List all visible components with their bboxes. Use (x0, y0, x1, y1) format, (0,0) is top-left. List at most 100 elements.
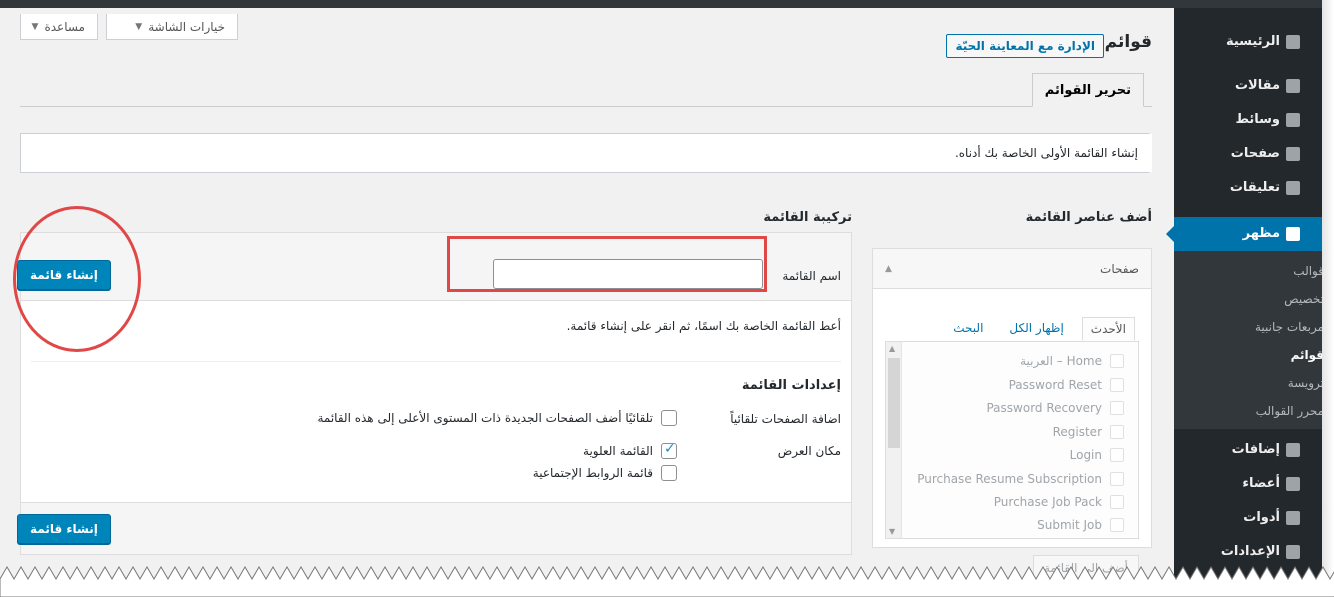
menu-panel-footer: إنشاء قائمة (17, 502, 851, 554)
checkbox[interactable] (1110, 401, 1124, 415)
wrench-icon (1286, 511, 1300, 525)
sidebar-item-appearance[interactable]: مظهر (1243, 220, 1300, 248)
pages-tabs: الأحدث إظهار الكل البحث (945, 317, 1135, 341)
primary-menu-label: القائمة العلوية (583, 444, 653, 458)
checkbox[interactable] (1110, 495, 1124, 509)
media-icon (1286, 113, 1300, 127)
screen-options-button[interactable]: خيارات الشاشة ▼ (106, 14, 238, 40)
list-item[interactable]: Purchase Job Pack (994, 493, 1124, 511)
list-item[interactable]: Password Reset (1009, 376, 1124, 394)
admin-bar-edge (1174, 0, 1324, 8)
page-label: Home – العربية (1020, 354, 1102, 368)
page-label: Submit Job (1037, 518, 1102, 532)
highlight-rectangle (447, 236, 767, 292)
menu-settings-title: إعدادات القائمة (741, 378, 841, 393)
sidebar-item-dashboard[interactable]: الرئيسية (1226, 28, 1300, 56)
checkbox[interactable] (1110, 425, 1124, 439)
sidebar-item-pages[interactable]: صفحات (1231, 140, 1300, 168)
caret-down-icon: ▼ (135, 21, 143, 32)
brush-icon (1286, 227, 1300, 241)
sidebar-item-label: صفحات (1230, 146, 1280, 161)
sidebar-item-users[interactable]: أعضاء (1242, 470, 1300, 498)
checkbox[interactable] (1110, 378, 1124, 392)
screen-options-label: خيارات الشاشة (148, 19, 225, 34)
checkbox[interactable] (1110, 354, 1124, 368)
list-item[interactable]: Home – العربية (1020, 352, 1124, 370)
pages-scrollbar[interactable]: ▲ ▼ (886, 342, 902, 538)
page-label: Login (1069, 448, 1102, 462)
sidebar-item-label: تعليقات (1229, 180, 1280, 195)
live-preview-button[interactable]: الإدارة مع المعاينة الحيّة (946, 34, 1104, 58)
sidebar-item-comments[interactable]: تعليقات (1230, 174, 1300, 202)
checkbox[interactable] (1110, 448, 1124, 462)
page-label: Register (1052, 425, 1102, 439)
auto-add-label: اضافة الصفحات تلقائياً (730, 412, 841, 426)
submenu-item-customize[interactable]: تخصيص (1194, 292, 1324, 306)
create-menu-button-bottom[interactable]: إنشاء قائمة (17, 514, 111, 544)
list-item[interactable]: Login (1070, 446, 1124, 464)
scroll-thumb[interactable] (888, 358, 900, 448)
page-label: Purchase Job Pack (993, 495, 1102, 509)
sidebar-item-label: إضافات (1231, 442, 1280, 457)
highlight-ellipse (13, 206, 141, 352)
list-item[interactable]: Purchase Resume Subscription (917, 470, 1124, 488)
caret-down-icon: ▼ (31, 21, 39, 32)
notice-box: إنشاء القائمة الأولى الخاصة بك أدناه. (20, 133, 1152, 173)
submenu-item-widgets[interactable]: مربعات جانبية (1194, 320, 1324, 334)
submenu-item-themes[interactable]: قوالب (1194, 264, 1324, 278)
pages-section-title: صفحات (1100, 261, 1139, 276)
submenu-item-menus[interactable]: قوائم (1194, 348, 1324, 362)
location-option-primary[interactable]: القائمة العلوية (583, 441, 677, 459)
sidebar-item-plugins[interactable]: إضافات (1232, 436, 1300, 464)
page-edge-shadow (1322, 0, 1334, 597)
tab-divider (20, 106, 1152, 107)
sidebar-item-label: مظهر (1242, 226, 1280, 241)
page-label: Password Reset (1008, 378, 1102, 392)
sidebar-item-label: الرئيسية (1225, 34, 1280, 49)
auto-add-checkbox[interactable] (661, 410, 677, 426)
pages-list: ▲ ▼ Home – العربية Password Reset Passwo… (885, 341, 1139, 539)
location-option-social[interactable]: قائمة الروابط الإجتماعية (533, 465, 677, 481)
display-location-label: مكان العرض (777, 444, 841, 458)
tab-search[interactable]: البحث (945, 317, 991, 341)
settings-icon (1286, 545, 1300, 559)
sidebar-item-tools[interactable]: أدوات (1243, 504, 1300, 532)
user-icon (1286, 477, 1300, 491)
list-item[interactable]: Password Recovery (986, 399, 1124, 417)
tab-view-all[interactable]: إظهار الكل (1001, 317, 1071, 341)
menu-structure-heading: تركيبة القائمة (763, 210, 852, 225)
list-item[interactable]: Register (1053, 423, 1124, 441)
help-button[interactable]: مساعدة ▼ (20, 14, 98, 40)
page-label: Purchase Resume Subscription (917, 472, 1102, 486)
list-item[interactable]: Submit Job (1037, 516, 1124, 534)
primary-menu-checkbox[interactable] (661, 441, 677, 459)
tab-edit-menus[interactable]: تحرير القوائم (1031, 73, 1144, 107)
divider (31, 361, 841, 362)
notice-text: إنشاء القائمة الأولى الخاصة بك أدناه. (954, 146, 1138, 160)
pin-icon (1286, 79, 1300, 93)
submenu-item-editor[interactable]: محرر القوالب (1194, 404, 1324, 418)
menu-help-text: أعط القائمة الخاصة بك اسمًا، ثم انقر على… (566, 319, 841, 333)
pages-accordion-header[interactable]: صفحات ▲ (873, 249, 1151, 289)
auto-add-option-label: تلقائيًا أضف الصفحات الجديدة ذات المستوى… (317, 411, 653, 425)
dashboard-icon (1286, 35, 1300, 49)
auto-add-option[interactable]: تلقائيًا أضف الصفحات الجديدة ذات المستوى… (317, 410, 677, 426)
admin-sidebar: الرئيسية مقالات وسائط صفحات تعليقات مظهر… (1166, 0, 1324, 597)
page-label: Password Recovery (986, 401, 1102, 415)
social-menu-label: قائمة الروابط الإجتماعية (532, 466, 653, 480)
help-label: مساعدة (44, 19, 85, 34)
add-items-heading: أضف عناصر القائمة (1025, 210, 1152, 225)
comment-icon (1286, 181, 1300, 195)
page-title: قوائم (1104, 32, 1152, 52)
sidebar-item-posts[interactable]: مقالات (1235, 72, 1300, 100)
sidebar-item-media[interactable]: وسائط (1235, 106, 1300, 134)
tab-most-recent[interactable]: الأحدث (1081, 317, 1135, 341)
checkbox[interactable] (1110, 472, 1124, 486)
social-menu-checkbox[interactable] (661, 465, 677, 481)
submenu-item-header[interactable]: ترويسة (1194, 376, 1324, 390)
scroll-up-icon[interactable]: ▲ (889, 344, 895, 353)
plugin-icon (1286, 443, 1300, 457)
checkbox[interactable] (1110, 518, 1124, 532)
sidebar-item-label: أعضاء (1242, 476, 1280, 491)
scroll-down-icon[interactable]: ▼ (889, 527, 895, 536)
